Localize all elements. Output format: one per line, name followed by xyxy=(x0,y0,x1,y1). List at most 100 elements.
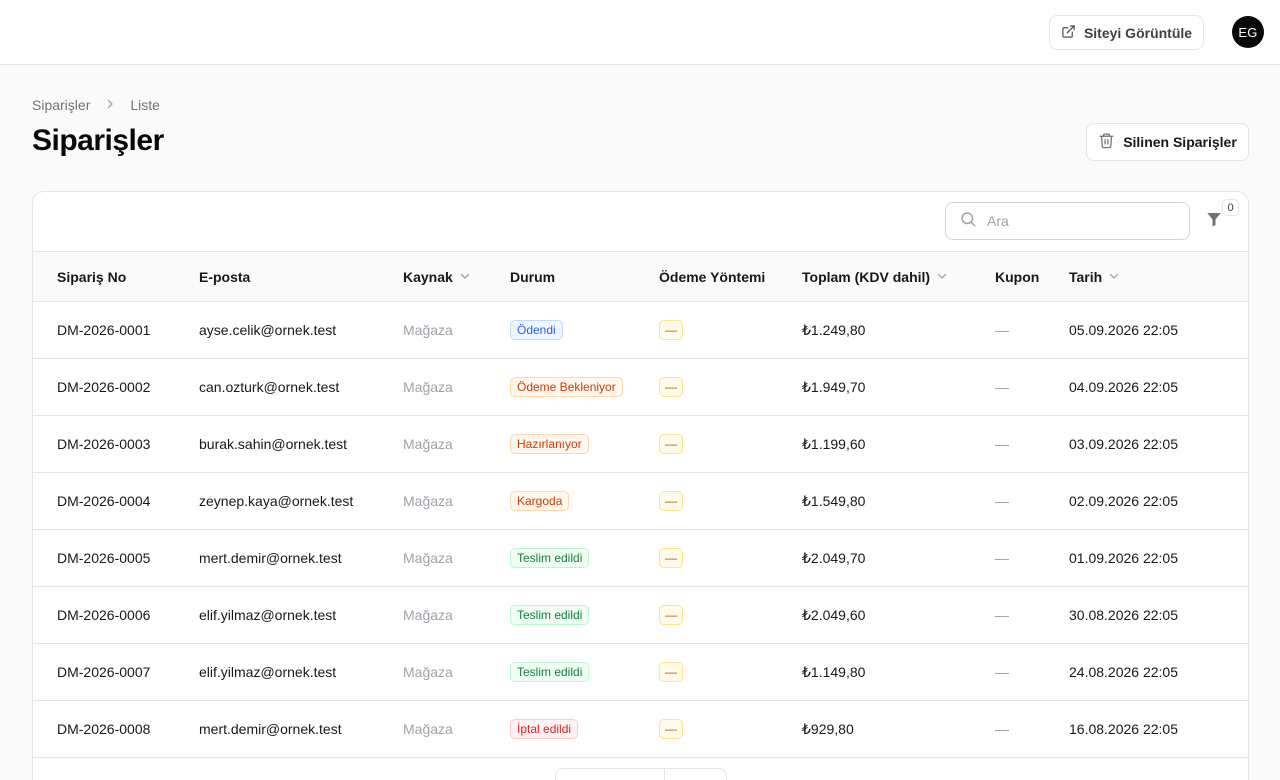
order-source: Mağaza xyxy=(403,322,453,338)
column-email: E-posta xyxy=(199,268,251,285)
order-total: ₺2.049,60 xyxy=(802,606,866,623)
column-status: Durum xyxy=(510,268,556,285)
pagination[interactable] xyxy=(555,768,727,780)
order-no: DM-2026-0008 xyxy=(57,721,151,737)
chevron-right-icon xyxy=(104,97,116,113)
status-badge: İptal edildi xyxy=(510,719,579,739)
order-coupon: — xyxy=(995,436,1009,452)
search-icon xyxy=(959,210,977,233)
order-source: Mağaza xyxy=(403,436,453,452)
order-source: Mağaza xyxy=(403,379,453,395)
table-row[interactable]: DM-2026-0001 ayse.celik@ornek.test Mağaz… xyxy=(33,302,1248,359)
payment-method-badge: — xyxy=(659,719,683,739)
order-source: Mağaza xyxy=(403,550,453,566)
order-total: ₺2.049,70 xyxy=(802,549,866,566)
view-site-label: Siteyi Görüntüle xyxy=(1083,24,1193,41)
table-row[interactable]: DM-2026-0007 elif.yilmaz@ornek.test Mağa… xyxy=(33,644,1248,701)
payment-method-badge: — xyxy=(659,434,683,454)
status-badge: Hazırlanıyor xyxy=(510,434,589,454)
order-email: zeynep.kaya@ornek.test xyxy=(199,493,354,509)
payment-method-badge: — xyxy=(659,491,683,511)
chevron-down-icon xyxy=(1108,269,1120,285)
order-date: 04.09.2026 22:05 xyxy=(1069,379,1178,395)
order-coupon: — xyxy=(995,721,1009,737)
table-row[interactable]: DM-2026-0004 zeynep.kaya@ornek.test Mağa… xyxy=(33,473,1248,530)
payment-method-badge: — xyxy=(659,605,683,625)
column-coupon: Kupon xyxy=(995,268,1040,285)
table-body: DM-2026-0001 ayse.celik@ornek.test Mağaz… xyxy=(33,302,1248,758)
column-order-no: Sipariş No xyxy=(57,268,127,285)
chevron-down-icon xyxy=(936,269,948,285)
column-total-label: Toplam (KDV dahil) xyxy=(802,268,931,285)
breadcrumb-item-orders[interactable]: Siparişler xyxy=(32,97,90,113)
order-email: elif.yilmaz@ornek.test xyxy=(199,664,337,680)
column-payment-method: Ödeme Yöntemi xyxy=(659,268,766,285)
table-row[interactable]: DM-2026-0008 mert.demir@ornek.test Mağaz… xyxy=(33,701,1248,758)
deleted-orders-label: Silinen Siparişler xyxy=(1123,134,1237,150)
order-email: elif.yilmaz@ornek.test xyxy=(199,607,337,623)
avatar[interactable]: EG xyxy=(1232,16,1264,48)
order-total: ₺1.549,80 xyxy=(802,492,866,509)
pagination-divider xyxy=(664,769,665,780)
order-coupon: — xyxy=(995,322,1009,338)
breadcrumb-item-list: Liste xyxy=(130,97,160,113)
orders-table-card: 0 Sipariş No E-posta Kaynak Durum Ödeme … xyxy=(32,191,1249,780)
order-source: Mağaza xyxy=(403,493,453,509)
order-email: mert.demir@ornek.test xyxy=(199,550,342,566)
external-link-icon xyxy=(1061,24,1076,42)
trash-icon xyxy=(1098,132,1115,152)
order-date: 01.09.2026 22:05 xyxy=(1069,550,1178,566)
filter-icon xyxy=(1205,213,1223,232)
order-total: ₺1.249,80 xyxy=(802,321,866,338)
order-no: DM-2026-0001 xyxy=(57,322,151,338)
order-coupon: — xyxy=(995,664,1009,680)
order-date: 03.09.2026 22:05 xyxy=(1069,436,1178,452)
column-source-label: Kaynak xyxy=(403,268,453,285)
order-no: DM-2026-0007 xyxy=(57,664,151,680)
order-coupon: — xyxy=(995,607,1009,623)
status-badge: Ödeme Bekleniyor xyxy=(510,377,623,397)
order-source: Mağaza xyxy=(403,721,453,737)
order-no: DM-2026-0004 xyxy=(57,493,151,509)
order-date: 05.09.2026 22:05 xyxy=(1069,322,1178,338)
order-total: ₺1.949,70 xyxy=(802,378,866,395)
orders-table: Sipariş No E-posta Kaynak Durum Ödeme Yö… xyxy=(33,251,1248,758)
payment-method-badge: — xyxy=(659,548,683,568)
payment-method-badge: — xyxy=(659,320,683,340)
deleted-orders-button[interactable]: Silinen Siparişler xyxy=(1086,123,1249,161)
search-field[interactable] xyxy=(945,202,1190,240)
filter-count-badge: 0 xyxy=(1222,199,1239,216)
breadcrumb: Siparişler Liste xyxy=(32,97,160,113)
status-badge: Teslim edildi xyxy=(510,548,590,568)
order-email: mert.demir@ornek.test xyxy=(199,721,342,737)
order-no: DM-2026-0002 xyxy=(57,379,151,395)
order-email: ayse.celik@ornek.test xyxy=(199,322,337,338)
page-title: Siparişler xyxy=(32,124,164,157)
order-no: DM-2026-0005 xyxy=(57,550,151,566)
status-badge: Ödendi xyxy=(510,320,563,340)
order-date: 30.08.2026 22:05 xyxy=(1069,607,1178,623)
column-total[interactable]: Toplam (KDV dahil) xyxy=(802,252,995,302)
order-source: Mağaza xyxy=(403,607,453,623)
table-row[interactable]: DM-2026-0002 can.ozturk@ornek.test Mağaz… xyxy=(33,359,1248,416)
payment-method-badge: — xyxy=(659,662,683,682)
payment-method-badge: — xyxy=(659,377,683,397)
column-source[interactable]: Kaynak xyxy=(403,252,510,302)
table-row[interactable]: DM-2026-0003 burak.sahin@ornek.test Mağa… xyxy=(33,416,1248,473)
order-date: 24.08.2026 22:05 xyxy=(1069,664,1178,680)
table-row[interactable]: DM-2026-0006 elif.yilmaz@ornek.test Mağa… xyxy=(33,587,1248,644)
order-coupon: — xyxy=(995,379,1009,395)
status-badge: Kargoda xyxy=(510,491,570,511)
order-email: burak.sahin@ornek.test xyxy=(199,436,348,452)
topbar: Siteyi Görüntüle EG xyxy=(0,0,1280,65)
order-source: Mağaza xyxy=(403,664,453,680)
table-row[interactable]: DM-2026-0005 mert.demir@ornek.test Mağaz… xyxy=(33,530,1248,587)
view-site-button[interactable]: Siteyi Görüntüle xyxy=(1049,15,1204,50)
column-date[interactable]: Tarih xyxy=(1069,252,1248,302)
order-email: can.ozturk@ornek.test xyxy=(199,379,340,395)
order-date: 16.08.2026 22:05 xyxy=(1069,721,1178,737)
order-date: 02.09.2026 22:05 xyxy=(1069,493,1178,509)
table-header-row: Sipariş No E-posta Kaynak Durum Ödeme Yö… xyxy=(33,251,1248,302)
chevron-down-icon xyxy=(459,269,471,285)
search-input[interactable] xyxy=(987,213,1177,229)
